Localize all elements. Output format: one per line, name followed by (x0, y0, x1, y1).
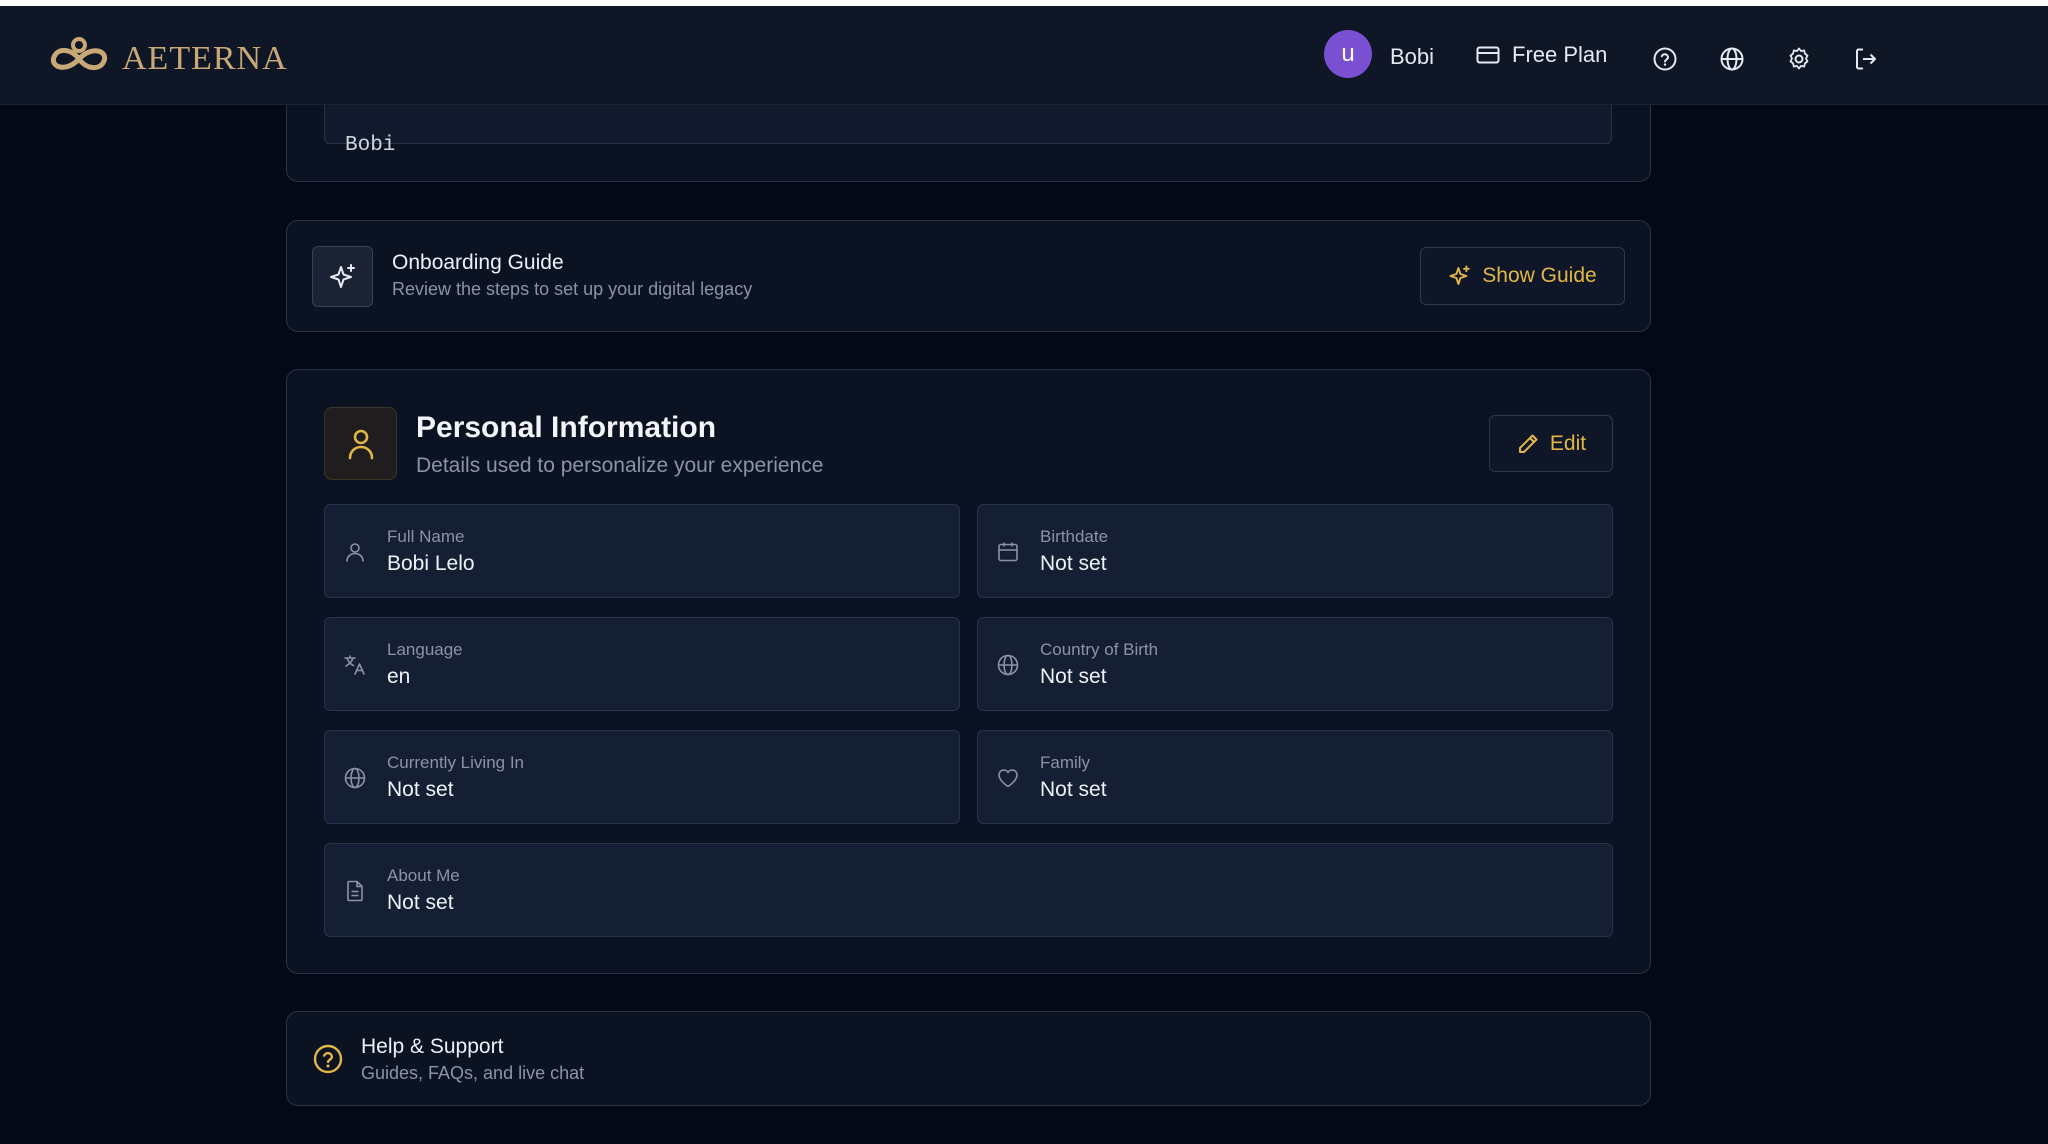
user-icon (346, 543, 364, 562)
credit-card-icon (1476, 46, 1500, 64)
plan-button[interactable]: Free Plan (1476, 40, 1607, 70)
app-header: AETERNA u Bobi Free Plan (0, 6, 2048, 105)
username-label[interactable]: Bobi (1390, 44, 1434, 70)
app-root: AETERNA u Bobi Free Plan Bobi Onboarding… (0, 0, 2048, 1144)
field-value: Not set (1040, 665, 1107, 688)
field-label: Birthdate (1040, 527, 1109, 546)
gear-icon[interactable] (1786, 46, 1812, 72)
sparkles-icon (329, 263, 355, 288)
onboarding-subtitle: Review the steps to set up your digital … (392, 279, 753, 299)
user-icon-box (324, 407, 397, 480)
field-label: Language (387, 640, 463, 659)
onboarding-title: Onboarding Guide (392, 251, 564, 274)
field-birthdate[interactable]: Birthdate Not set (977, 504, 1613, 598)
help-support-card[interactable]: Help & Support Guides, FAQs, and live ch… (286, 1011, 1651, 1106)
sparkles-icon-box (312, 246, 373, 307)
pencil-icon (1518, 434, 1538, 453)
show-guide-button[interactable]: Show Guide (1420, 247, 1625, 305)
field-value: Bobi Lelo (387, 552, 475, 575)
help-title: Help & Support (361, 1035, 504, 1058)
field-label: About Me (387, 866, 460, 885)
globe-icon[interactable] (1719, 46, 1745, 72)
field-value: Not set (387, 891, 454, 914)
personal-information-card: Personal Information Details used to per… (286, 369, 1651, 974)
field-value: Not set (387, 778, 454, 801)
field-label: Country of Birth (1040, 640, 1159, 659)
onboarding-guide-card: Onboarding Guide Review the steps to set… (286, 220, 1651, 332)
help-circle-icon[interactable] (1652, 46, 1678, 72)
field-value: Not set (1040, 552, 1107, 575)
field-country-of-birth[interactable]: Country of Birth Not set (977, 617, 1613, 711)
field-label: Full Name (387, 527, 465, 546)
brand-name: AETERNA (122, 40, 288, 77)
brand-logo[interactable]: AETERNA (44, 36, 288, 82)
logout-icon[interactable] (1853, 46, 1879, 72)
help-subtitle: Guides, FAQs, and live chat (361, 1063, 585, 1083)
edit-button[interactable]: Edit (1489, 415, 1613, 472)
field-value: en (387, 665, 411, 688)
infinity-logo-icon (50, 37, 108, 70)
field-label: Currently Living In (387, 753, 525, 772)
field-family[interactable]: Family Not set (977, 730, 1613, 824)
field-language[interactable]: Language en (324, 617, 960, 711)
globe-icon (344, 767, 366, 789)
heart-icon (998, 769, 1018, 788)
personal-info-subtitle: Details used to personalize your experie… (416, 454, 824, 477)
field-label: Family (1040, 753, 1091, 772)
edit-label: Edit (1549, 431, 1587, 455)
calendar-icon (998, 542, 1018, 562)
field-value: Not set (1040, 778, 1107, 801)
personal-info-title: Personal Information (416, 411, 717, 444)
translate-icon (344, 655, 365, 675)
field-about-me[interactable]: About Me Not set (324, 843, 1613, 937)
user-icon (348, 429, 373, 459)
field-full-name[interactable]: Full Name Bobi Lelo (324, 504, 960, 598)
display-name-value: Bobi (345, 134, 396, 157)
document-icon (347, 880, 363, 902)
help-circle-icon (313, 1044, 343, 1074)
sparkles-icon (1449, 265, 1471, 285)
show-guide-label: Show Guide (1482, 264, 1597, 287)
globe-icon (997, 654, 1019, 676)
avatar[interactable]: u (1324, 30, 1372, 78)
plan-label: Free Plan (1512, 42, 1608, 67)
field-currently-living-in[interactable]: Currently Living In Not set (324, 730, 960, 824)
